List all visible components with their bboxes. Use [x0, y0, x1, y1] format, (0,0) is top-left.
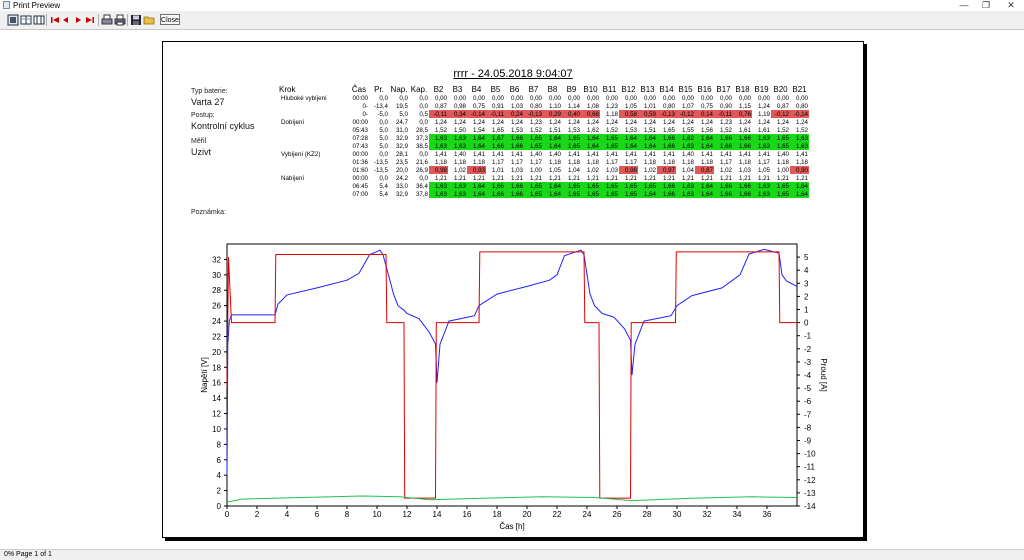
y-tick-label: 10 — [212, 425, 221, 434]
two-pages-icon[interactable] — [20, 14, 32, 26]
y-tick-label: 6 — [217, 456, 222, 465]
plot-frame — [226, 243, 798, 507]
toolbar-separator — [98, 14, 99, 26]
x-tick-label: 26 — [613, 510, 622, 519]
y2-tick-label: -1 — [804, 332, 812, 341]
save-icon[interactable] — [130, 14, 142, 26]
y2-tick-label: -8 — [804, 423, 812, 432]
y-tick-label: 20 — [212, 348, 221, 357]
y-tick-label: 8 — [217, 440, 222, 449]
x-tick-label: 24 — [583, 510, 592, 519]
y-tick-label: 12 — [212, 410, 221, 419]
title-bar: Print Preview — ❐ ✕ — [0, 0, 1024, 11]
y2-tick-label: -7 — [804, 410, 812, 419]
x-tick-label: 30 — [673, 510, 682, 519]
y-tick-label: 24 — [212, 317, 221, 326]
y2-tick-label: -3 — [804, 358, 812, 367]
y2-tick-label: 3 — [804, 279, 809, 288]
window-title: Print Preview — [13, 1, 61, 10]
y-tick-label: 30 — [212, 271, 221, 280]
prev-page-icon[interactable] — [60, 14, 72, 26]
x-tick-label: 32 — [703, 510, 712, 519]
y2-tick-label: -11 — [804, 463, 816, 472]
open-icon[interactable] — [143, 14, 155, 26]
y2-axis-label: Proud [A] — [819, 358, 828, 391]
y-tick-label: 16 — [212, 379, 221, 388]
print-icon[interactable] — [114, 14, 126, 26]
series-line-0 — [226, 248, 798, 476]
y2-tick-label: -2 — [804, 345, 812, 354]
x-tick-label: 10 — [373, 510, 382, 519]
y-tick-label: 0 — [217, 502, 222, 511]
status-bar: 0% Page 1 of 1 — [0, 549, 1024, 560]
x-tick-label: 12 — [403, 510, 412, 519]
y2-tick-label: -5 — [804, 384, 812, 393]
y2-tick-label: -14 — [804, 502, 816, 511]
y2-tick-label: -13 — [804, 489, 816, 498]
y2-tick-label: 0 — [804, 319, 809, 328]
y-axis-label: Napětí [V] — [200, 357, 209, 393]
x-tick-label: 18 — [493, 510, 502, 519]
x-tick-label: 0 — [225, 510, 230, 519]
last-page-icon[interactable] — [84, 14, 96, 26]
y-tick-label: 2 — [217, 487, 222, 496]
y2-tick-label: 1 — [804, 306, 809, 315]
y-tick-label: 28 — [212, 286, 221, 295]
y-tick-label: 32 — [212, 255, 221, 264]
toolbar-separator — [127, 14, 128, 26]
y-tick-label: 4 — [217, 471, 222, 480]
x-tick-label: 20 — [523, 510, 532, 519]
y-tick-label: 22 — [212, 332, 221, 341]
y2-tick-label: -10 — [804, 450, 816, 459]
x-tick-label: 34 — [733, 510, 742, 519]
x-tick-label: 16 — [463, 510, 472, 519]
y2-tick-label: 4 — [804, 266, 809, 275]
close-button[interactable]: Close — [160, 14, 180, 25]
cycle-chart: 0 2 4 6 8 10 12 14 16 18 20 22 24 26 28 30 32 34 360246810… — [200, 243, 828, 531]
close-window-icon[interactable]: ✕ — [996, 0, 1024, 11]
x-tick-label: 28 — [643, 510, 652, 519]
print-setup-icon[interactable] — [101, 14, 113, 26]
x-tick-label: 36 — [763, 510, 772, 519]
x-tick-label: 14 — [433, 510, 442, 519]
y2-tick-label: -6 — [804, 397, 812, 406]
x-tick-label: 22 — [553, 510, 562, 519]
y2-tick-label: -4 — [804, 371, 812, 380]
x-axis-label: Čas [h] — [499, 522, 524, 531]
series-line-2 — [226, 495, 798, 503]
x-tick-label: 8 — [345, 510, 350, 519]
y2-tick-label: -9 — [804, 437, 812, 446]
y-tick-label: 18 — [212, 363, 221, 372]
one-page-icon[interactable] — [7, 14, 19, 26]
y2-tick-label: 5 — [804, 253, 809, 262]
app-icon — [3, 1, 10, 9]
x-tick-label: 2 — [255, 510, 260, 519]
y-tick-label: 26 — [212, 302, 221, 311]
x-tick-label: 4 — [285, 510, 290, 519]
y-tick-label: 14 — [212, 394, 221, 403]
multi-page-icon[interactable] — [33, 14, 45, 26]
toolbar: Close — [0, 11, 1024, 30]
y2-tick-label: 2 — [804, 292, 809, 301]
next-page-icon[interactable] — [72, 14, 84, 26]
preview-page: rrrr - 24.05.2018 9:04:07 Typ baterie: V… — [162, 41, 864, 538]
x-tick-label: 6 — [315, 510, 320, 519]
toolbar-separator — [46, 14, 47, 26]
y2-tick-label: -12 — [804, 476, 816, 485]
